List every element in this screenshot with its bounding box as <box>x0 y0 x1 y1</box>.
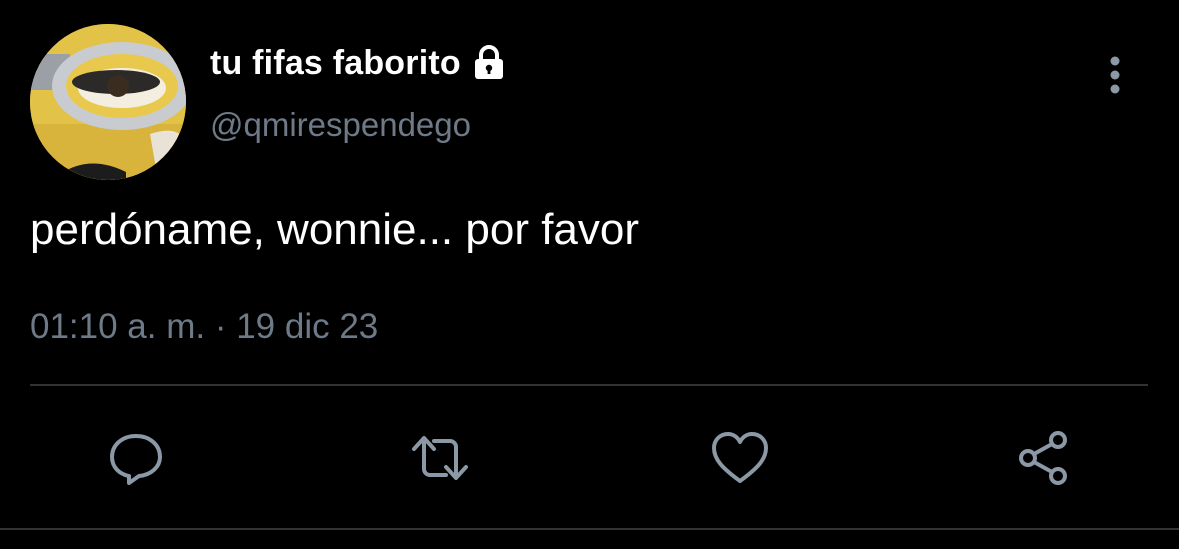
retweet-button[interactable] <box>408 426 472 490</box>
retweet-icon <box>412 436 468 480</box>
tweet: tu fifas faborito @qmirespendego perdóna… <box>0 0 1179 549</box>
like-button[interactable] <box>708 426 772 490</box>
reply-button[interactable] <box>104 426 168 490</box>
divider <box>30 384 1148 386</box>
handle[interactable]: @qmirespendego <box>210 106 471 144</box>
lock-icon <box>474 45 503 79</box>
tweet-text: perdóname, wonnie... por favor <box>30 205 640 254</box>
timestamp[interactable]: 01:10 a. m. · 19 dic 23 <box>30 307 378 347</box>
bottom-divider <box>0 528 1179 530</box>
reply-icon <box>110 434 162 485</box>
display-name-row[interactable]: tu fifas faborito <box>210 40 509 86</box>
share-button[interactable] <box>1012 426 1076 490</box>
display-name[interactable]: tu fifas faborito <box>210 44 461 83</box>
like-icon <box>712 432 768 483</box>
avatar[interactable] <box>30 24 186 180</box>
more-vertical-icon[interactable] <box>1096 52 1134 98</box>
share-icon <box>1019 431 1067 485</box>
